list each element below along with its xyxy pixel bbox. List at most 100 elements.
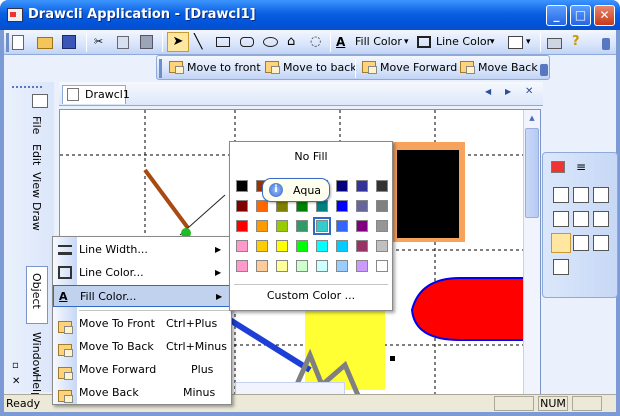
menu-file[interactable]: File — [30, 116, 43, 134]
color-swatch[interactable] — [276, 220, 288, 232]
toolbox-tool-10-icon[interactable] — [553, 259, 569, 275]
maximize-button[interactable]: □ — [570, 5, 591, 26]
tab-next-icon[interactable]: ▶ — [505, 87, 511, 96]
round-rect-tool-icon[interactable] — [240, 34, 254, 50]
document-icon[interactable] — [32, 94, 48, 108]
custom-color-button[interactable]: Custom Color ... — [234, 284, 388, 306]
color-swatch[interactable] — [316, 240, 328, 252]
color-swatch[interactable] — [236, 240, 248, 252]
rectangle-tool-icon[interactable] — [216, 34, 230, 50]
color-swatch[interactable] — [356, 220, 368, 232]
toolbox-tool-4-icon[interactable] — [553, 211, 569, 227]
title-bar[interactable]: Drawcli Application - [Drawcl1] _ □ ✕ — [0, 0, 620, 30]
color-swatch[interactable] — [336, 260, 348, 272]
color-swatch[interactable] — [256, 240, 268, 252]
menu-item-fill-color[interactable]: A Fill Color... ▶ — [53, 285, 231, 307]
color-swatch[interactable] — [336, 220, 348, 232]
toolbar-options-icon[interactable] — [602, 38, 610, 50]
color-swatch[interactable] — [256, 200, 268, 212]
color-swatch[interactable] — [356, 180, 368, 192]
tab-prev-icon[interactable]: ◀ — [485, 87, 491, 96]
color-swatch[interactable] — [336, 240, 348, 252]
polygon-tool-icon[interactable]: ⌂ — [287, 34, 295, 50]
menu-item-move-to-back[interactable]: Move To Back Ctrl+Minus — [53, 336, 231, 358]
menu-view[interactable]: View — [30, 172, 43, 198]
move-forward-button[interactable]: Move Forward — [362, 60, 457, 76]
color-swatch[interactable] — [236, 180, 248, 192]
zoom-dropdown-icon[interactable]: ▾ — [526, 34, 531, 50]
ellipse-tool-icon[interactable] — [263, 34, 278, 50]
color-swatch[interactable] — [336, 200, 348, 212]
color-swatch[interactable] — [376, 240, 388, 252]
menu-edit[interactable]: Edit — [30, 144, 43, 165]
help-icon[interactable]: ? — [572, 34, 580, 50]
move-to-front-button[interactable]: Move to front — [169, 60, 261, 76]
fill-color-button[interactable]: Fill Color — [355, 34, 402, 50]
color-swatch[interactable] — [336, 180, 348, 192]
color-swatch[interactable] — [356, 260, 368, 272]
toolbox-tool-1-icon[interactable] — [553, 187, 569, 203]
color-swatch[interactable] — [376, 200, 388, 212]
scroll-up-icon[interactable]: ▲ — [525, 111, 539, 125]
color-swatch[interactable] — [356, 240, 368, 252]
toolbox-tool-3-icon[interactable] — [593, 187, 609, 203]
close-button[interactable]: ✕ — [594, 5, 615, 26]
menu-window[interactable]: Window — [30, 332, 43, 375]
print-icon[interactable] — [547, 34, 562, 50]
color-swatch[interactable] — [296, 220, 308, 232]
toolbar-options-icon[interactable] — [540, 64, 548, 76]
color-swatch[interactable] — [296, 240, 308, 252]
menu-item-move-to-front[interactable]: Move To Front Ctrl+Plus — [53, 313, 231, 335]
color-swatch[interactable] — [276, 240, 288, 252]
move-back-button[interactable]: Move Back — [460, 60, 538, 76]
new-icon[interactable] — [12, 34, 24, 50]
color-swatch[interactable] — [296, 260, 308, 272]
color-swatch[interactable] — [276, 260, 288, 272]
toolbox-tool-2-icon[interactable] — [573, 187, 589, 203]
toolbox-icon[interactable] — [551, 161, 565, 173]
scroll-thumb[interactable] — [525, 128, 539, 218]
color-swatch[interactable] — [356, 200, 368, 212]
color-swatch[interactable] — [376, 180, 388, 192]
menu-object[interactable]: Object — [26, 266, 48, 324]
toolbox-tool-5-icon[interactable] — [573, 211, 589, 227]
zoom-icon[interactable] — [508, 34, 523, 50]
vertical-scrollbar[interactable]: ▲ — [523, 110, 540, 398]
color-swatch[interactable] — [256, 220, 268, 232]
color-swatch[interactable] — [256, 260, 268, 272]
minimize-button[interactable]: _ — [546, 5, 567, 26]
menu-draw[interactable]: Draw — [30, 202, 43, 231]
line-color-button[interactable]: Line Color — [436, 34, 491, 50]
menu-item-line-color[interactable]: Line Color... ▶ — [53, 262, 231, 284]
menu-item-move-back[interactable]: Move Back Minus — [53, 382, 231, 404]
lasso-tool-icon[interactable]: ◌ — [310, 34, 321, 50]
color-swatch[interactable] — [316, 260, 328, 272]
color-swatch[interactable] — [376, 260, 388, 272]
select-tool-icon[interactable]: ➤ — [167, 32, 189, 52]
line-tool-icon[interactable]: ╲ — [194, 34, 202, 50]
tab-close-icon[interactable]: ✕ — [525, 86, 533, 97]
color-swatch[interactable] — [236, 220, 248, 232]
color-swatch[interactable] — [236, 200, 248, 212]
menu-item-line-width[interactable]: Line Width... ▶ — [53, 239, 231, 261]
toolbox-tool-9-icon[interactable] — [593, 235, 609, 251]
color-swatch[interactable] — [376, 220, 388, 232]
fill-color-dropdown-icon[interactable]: ▾ — [404, 34, 409, 50]
mdi-close-icon[interactable]: ✕ — [12, 376, 20, 387]
no-fill-button[interactable]: No Fill — [236, 146, 386, 168]
toolbox-tool-7-icon[interactable] — [551, 233, 571, 253]
list-icon[interactable]: ≡ — [576, 160, 586, 174]
line-color-dropdown-icon[interactable]: ▾ — [490, 34, 495, 50]
move-to-back-button[interactable]: Move to back — [265, 60, 357, 76]
app-icon[interactable] — [7, 8, 23, 22]
tab-drawcl1[interactable]: Drawcl1 — [62, 85, 130, 104]
paste-icon[interactable] — [140, 34, 153, 50]
copy-icon[interactable] — [117, 34, 129, 50]
color-swatch[interactable] — [313, 217, 331, 235]
open-icon[interactable] — [37, 34, 53, 50]
color-swatch[interactable] — [236, 260, 248, 272]
toolbox-tool-8-icon[interactable] — [573, 235, 589, 251]
menu-item-move-forward[interactable]: Move Forward Plus — [53, 359, 231, 381]
cut-icon[interactable]: ✂ — [94, 34, 103, 50]
restore-icon[interactable]: ▫ — [12, 360, 19, 371]
